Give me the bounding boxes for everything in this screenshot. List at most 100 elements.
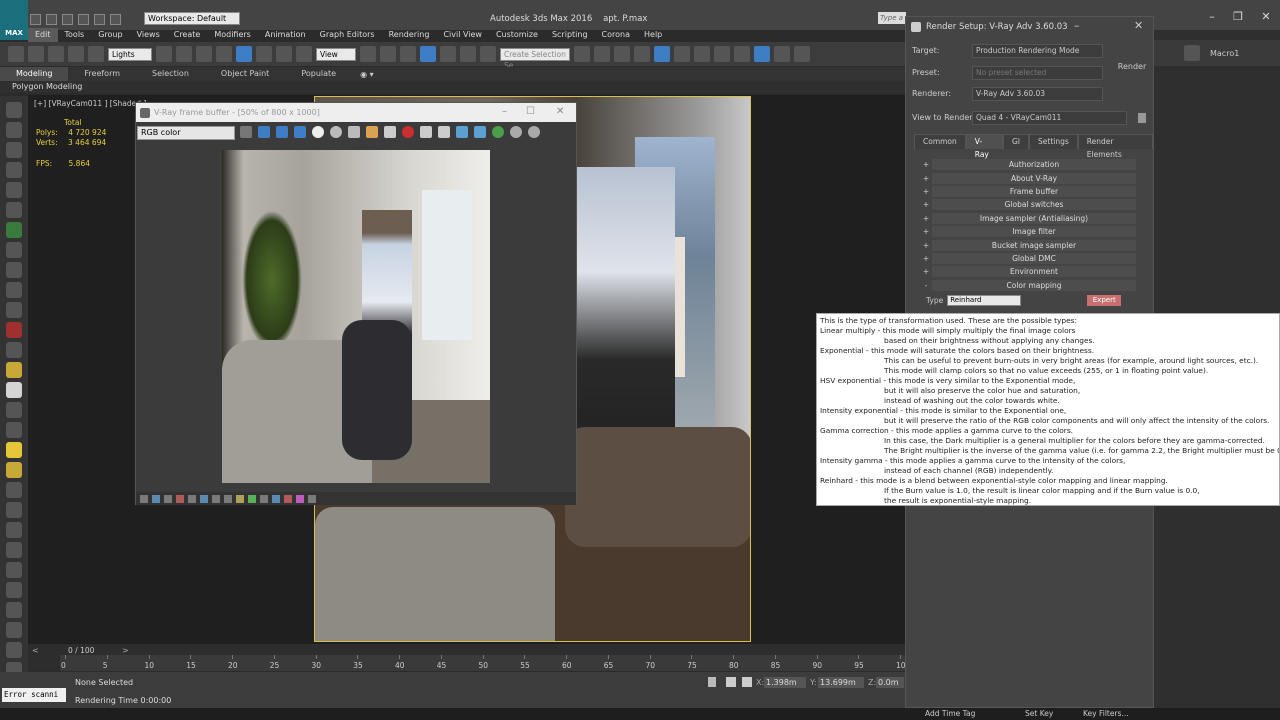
- align-icon[interactable]: [594, 46, 610, 62]
- ribbon-options-icon[interactable]: ◉ ▾: [352, 70, 374, 79]
- rollout-authorization[interactable]: + Authorization: [920, 158, 1138, 171]
- alpha-channel-icon[interactable]: [312, 126, 324, 138]
- percent-snap-icon[interactable]: [440, 46, 456, 62]
- named-selection-set-dropdown[interactable]: Create Selection Se: [500, 47, 570, 70]
- tab-object-paint[interactable]: Object Paint: [205, 67, 285, 81]
- space-warps-icon[interactable]: [6, 322, 22, 338]
- bind-space-warp-icon[interactable]: [88, 46, 104, 62]
- region-select-icon[interactable]: [196, 46, 212, 62]
- maximize-icon[interactable]: ❐: [1228, 10, 1248, 24]
- vfb-tool-icon[interactable]: [140, 494, 148, 503]
- edit-named-selection-icon[interactable]: [480, 46, 496, 62]
- utilities-panel-icon[interactable]: [6, 202, 22, 218]
- renderer-dropdown[interactable]: V-Ray Adv 3.60.03: [972, 87, 1103, 101]
- rollout-global-switches[interactable]: + Global switches: [920, 198, 1138, 211]
- vfb-tool-icon[interactable]: [284, 494, 292, 503]
- rollout-toggle[interactable]: +: [920, 200, 932, 209]
- systems-icon[interactable]: [6, 342, 22, 358]
- minimize-icon[interactable]: –: [1074, 19, 1080, 32]
- maximize-icon[interactable]: ☐: [526, 106, 535, 117]
- pyramid-icon[interactable]: [6, 602, 22, 618]
- rollout-toggle[interactable]: +: [920, 267, 932, 276]
- hedra-icon[interactable]: [6, 642, 22, 658]
- rollout-label[interactable]: Global DMC: [932, 252, 1136, 264]
- rollout-label[interactable]: Image filter: [932, 226, 1136, 238]
- rollout-toggle[interactable]: +: [920, 227, 932, 236]
- save-file-icon[interactable]: [62, 13, 73, 25]
- open-file-icon[interactable]: [46, 13, 57, 25]
- close-icon[interactable]: ✕: [1256, 10, 1276, 24]
- torus-icon[interactable]: [6, 582, 22, 598]
- vfb-tool-icon[interactable]: [224, 494, 232, 503]
- vfb-history-icon[interactable]: [474, 126, 486, 138]
- frame-counter[interactable]: 0 / 100: [68, 646, 94, 655]
- render-button[interactable]: Render: [1112, 53, 1152, 81]
- app-logo[interactable]: MAX: [0, 0, 28, 40]
- text-icon[interactable]: [6, 562, 22, 578]
- render-last-icon[interactable]: [456, 126, 468, 138]
- lights-icon[interactable]: [6, 262, 22, 278]
- expert-mode-button[interactable]: Expert: [1087, 294, 1122, 306]
- link-icon[interactable]: [48, 46, 64, 62]
- geometry-icon[interactable]: [6, 222, 22, 238]
- rollout-image-filter[interactable]: + Image filter: [920, 225, 1138, 238]
- minimize-icon[interactable]: –: [502, 106, 507, 117]
- menu-civil-view[interactable]: Civil View: [436, 28, 489, 42]
- clear-image-icon[interactable]: [384, 126, 396, 138]
- heart-icon[interactable]: [240, 126, 252, 138]
- pivot-center-icon[interactable]: [360, 46, 376, 62]
- vfb-tool-icon[interactable]: [164, 494, 172, 503]
- undo-icon[interactable]: [78, 13, 89, 25]
- tab-vray[interactable]: V-Ray: [965, 134, 1003, 159]
- green-channel-icon[interactable]: [276, 126, 288, 138]
- hierarchy-panel-icon[interactable]: [6, 142, 22, 158]
- rollout-frame-buffer[interactable]: + Frame buffer: [920, 185, 1138, 198]
- preset-dropdown[interactable]: No preset selected: [972, 66, 1103, 80]
- blue-channel-icon[interactable]: [294, 126, 306, 138]
- rollout-label[interactable]: Global switches: [932, 199, 1136, 211]
- menu-rendering[interactable]: Rendering: [382, 28, 437, 42]
- select-by-name-icon[interactable]: [176, 46, 192, 62]
- vray-frame-buffer-window[interactable]: V-Ray frame buffer - [50% of 800 x 1000]…: [135, 102, 577, 505]
- maxscript-listener[interactable]: Error scanni: [2, 688, 66, 702]
- display-panel-icon[interactable]: [6, 182, 22, 198]
- schematic-view-icon[interactable]: [694, 46, 710, 62]
- render-iterative-icon[interactable]: [794, 46, 810, 62]
- color-correction-icon[interactable]: [528, 126, 540, 138]
- cone-icon[interactable]: [6, 422, 22, 438]
- tab-render-elements[interactable]: Render Elements: [1077, 134, 1153, 159]
- rollout-label[interactable]: About V-Ray: [932, 172, 1136, 184]
- save-image-icon[interactable]: [348, 126, 360, 138]
- color-mapping-type-dropdown[interactable]: Reinhard: [947, 294, 1022, 306]
- cylinder-icon[interactable]: [6, 402, 22, 418]
- key-filters-button[interactable]: Key Filters...: [1083, 709, 1129, 718]
- absolute-mode-icon[interactable]: [726, 677, 736, 687]
- target-dropdown[interactable]: Production Rendering Mode: [972, 44, 1103, 58]
- menu-graph-editors[interactable]: Graph Editors: [313, 28, 382, 42]
- menu-help[interactable]: Help: [637, 28, 669, 42]
- tab-common[interactable]: Common: [914, 134, 966, 149]
- track-mouse-icon[interactable]: [420, 126, 432, 138]
- rendered-frame-window-icon[interactable]: [754, 46, 770, 62]
- workspace-dropdown[interactable]: Workspace: Default: [144, 12, 240, 25]
- rollout-toggle[interactable]: +: [920, 174, 932, 183]
- plane-icon[interactable]: [6, 502, 22, 518]
- select-object-icon[interactable]: [156, 46, 172, 62]
- redo-icon[interactable]: [28, 46, 44, 62]
- project-folder-icon[interactable]: [110, 13, 121, 25]
- ribbon-panel-label[interactable]: Polygon Modeling: [0, 81, 905, 93]
- add-time-tag[interactable]: Add Time Tag: [925, 709, 975, 718]
- helpers-icon[interactable]: [6, 302, 22, 318]
- render-setup-title[interactable]: Render Setup: V-Ray Adv 3.60.03: [906, 17, 1153, 37]
- region-render-icon[interactable]: [438, 126, 450, 138]
- box-icon[interactable]: [6, 362, 22, 378]
- lens-effects-icon[interactable]: [510, 126, 522, 138]
- menu-corona[interactable]: Corona: [595, 28, 637, 42]
- vfb-tool-icon[interactable]: [200, 494, 208, 503]
- vfb-tool-icon[interactable]: [248, 494, 256, 503]
- prev-frame-icon[interactable]: <: [32, 646, 39, 655]
- rollout-global-dmc[interactable]: + Global DMC: [920, 252, 1138, 265]
- vfb-tool-icon[interactable]: [152, 494, 160, 503]
- menu-customize[interactable]: Customize: [489, 28, 545, 42]
- rendered-image[interactable]: [222, 150, 490, 483]
